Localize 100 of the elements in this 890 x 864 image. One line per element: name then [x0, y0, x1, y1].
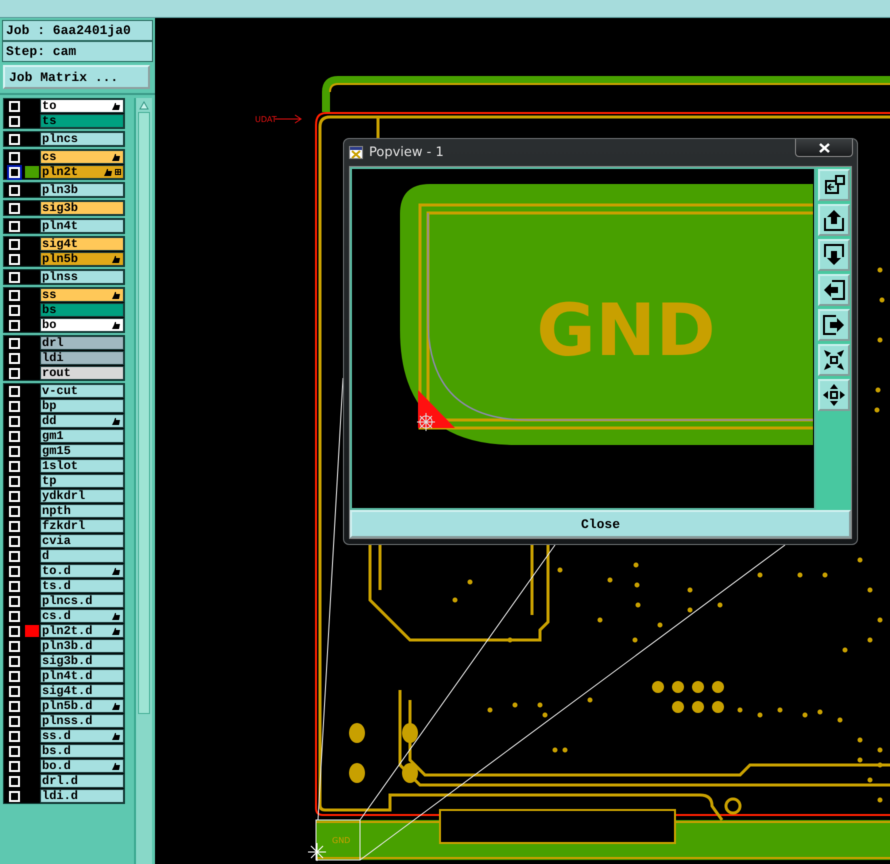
layer-row[interactable]: pln3b [40, 183, 124, 197]
layer-row[interactable]: bo.d [40, 759, 124, 773]
layer-checkbox[interactable] [8, 760, 20, 772]
layer-checkbox[interactable] [8, 368, 20, 378]
layer-row[interactable]: to [40, 99, 124, 113]
layer-row[interactable]: plnss [40, 270, 124, 284]
layer-row[interactable]: bs.d [40, 744, 124, 758]
layer-checkbox[interactable] [8, 566, 20, 576]
layer-checkbox[interactable] [8, 670, 20, 682]
layer-row[interactable]: cs [40, 150, 124, 164]
layer-row[interactable]: ydkdrl [40, 489, 124, 503]
layer-checkbox[interactable] [8, 520, 20, 532]
layer-checkbox[interactable] [8, 290, 20, 300]
layer-checkbox[interactable] [8, 152, 20, 162]
layer-checkbox[interactable] [8, 272, 20, 282]
layer-checkbox[interactable] [8, 430, 20, 442]
layer-row[interactable]: 1slot [40, 459, 124, 473]
layer-row[interactable]: v-cut [40, 384, 124, 398]
layer-checkbox[interactable] [8, 386, 20, 396]
layer-row[interactable]: d [40, 549, 124, 563]
layer-row[interactable]: fzkdrl [40, 519, 124, 533]
scroll-up-icon[interactable] [139, 100, 149, 110]
layer-row[interactable]: cs.d [40, 609, 124, 623]
layer-checkbox[interactable] [8, 400, 20, 412]
layer-checkbox[interactable] [8, 730, 20, 742]
layer-row[interactable]: cvia [40, 534, 124, 548]
layer-checkbox[interactable] [8, 506, 20, 516]
layer-checkbox[interactable] [8, 610, 20, 622]
layer-row[interactable]: sig3b [40, 201, 124, 215]
layer-checkbox[interactable] [8, 166, 20, 178]
layer-row[interactable]: sig4t.d [40, 684, 124, 698]
layer-checkbox[interactable] [8, 490, 20, 502]
layer-checkbox[interactable] [8, 134, 20, 144]
layer-row[interactable]: ldi.d [40, 789, 124, 803]
layer-checkbox[interactable] [8, 100, 20, 112]
layer-checkbox[interactable] [8, 460, 20, 472]
job-matrix-button[interactable]: Job Matrix ... [3, 65, 150, 89]
layer-checkbox[interactable] [8, 320, 20, 330]
layer-row[interactable]: ss.d [40, 729, 124, 743]
layer-row[interactable]: bp [40, 399, 124, 413]
layer-checkbox[interactable] [8, 700, 20, 712]
layer-checkbox[interactable] [8, 776, 20, 786]
layer-checkbox[interactable] [8, 116, 20, 126]
layer-checkbox[interactable] [8, 656, 20, 666]
layer-row[interactable]: pln4t [40, 219, 124, 233]
view-tool-button[interactable] [818, 274, 850, 306]
view-tool-button[interactable] [818, 309, 850, 341]
layer-row[interactable]: ss [40, 288, 124, 302]
layer-checkbox[interactable] [8, 446, 20, 456]
layer-checkbox[interactable] [8, 238, 20, 250]
layer-checkbox[interactable] [8, 476, 20, 486]
layer-row[interactable]: drl.d [40, 774, 124, 788]
layer-row[interactable]: pln5b.d [40, 699, 124, 713]
layer-row[interactable]: plncs.d [40, 594, 124, 608]
layer-row[interactable]: tp [40, 474, 124, 488]
layer-row[interactable]: bo [40, 318, 124, 332]
layer-row[interactable]: sig3b.d [40, 654, 124, 668]
layer-row[interactable]: gm1 [40, 429, 124, 443]
layer-row[interactable]: plnss.d [40, 714, 124, 728]
layer-checkbox[interactable] [8, 580, 20, 592]
layer-checkbox[interactable] [8, 202, 20, 214]
layer-row[interactable]: bs [40, 303, 124, 317]
view-tool-button[interactable] [818, 204, 850, 236]
layer-checkbox[interactable] [8, 184, 20, 196]
layer-row[interactable]: gm15 [40, 444, 124, 458]
layer-checkbox[interactable] [8, 716, 20, 726]
layer-row[interactable]: ldi [40, 351, 124, 365]
layer-row[interactable]: sig4t [40, 237, 124, 251]
close-button[interactable] [795, 139, 853, 157]
layer-checkbox[interactable] [8, 352, 20, 364]
close-button[interactable]: Close [350, 510, 851, 538]
layer-row[interactable]: ts.d [40, 579, 124, 593]
layer-checkbox[interactable] [8, 536, 20, 546]
view-tool-button[interactable] [818, 169, 850, 201]
scroll-thumb[interactable] [138, 112, 150, 714]
scrollbar[interactable] [134, 98, 152, 864]
layer-row[interactable]: pln4t.d [40, 669, 124, 683]
layer-checkbox[interactable] [8, 550, 20, 562]
layer-checkbox[interactable] [8, 626, 20, 636]
layer-checkbox[interactable] [8, 416, 20, 426]
view-tool-button[interactable] [818, 239, 850, 271]
layer-row[interactable]: plncs [40, 132, 124, 146]
layer-checkbox[interactable] [8, 338, 20, 348]
layer-checkbox[interactable] [8, 640, 20, 652]
layer-checkbox[interactable] [8, 220, 20, 232]
layer-row[interactable]: to.d [40, 564, 124, 578]
layer-checkbox[interactable] [8, 746, 20, 756]
view-tool-button[interactable] [818, 379, 850, 411]
layer-row[interactable]: dd [40, 414, 124, 428]
layer-row[interactable]: ts [40, 114, 124, 128]
layer-checkbox[interactable] [8, 596, 20, 606]
layer-row[interactable]: npth [40, 504, 124, 518]
view-tool-button[interactable] [818, 344, 850, 376]
layer-row[interactable]: pln2t.d [40, 624, 124, 638]
layer-row[interactable]: rout [40, 366, 124, 380]
layer-row[interactable]: pln3b.d [40, 639, 124, 653]
layer-checkbox[interactable] [8, 790, 20, 802]
layer-row[interactable]: pln5b [40, 252, 124, 266]
layer-row[interactable]: drl [40, 336, 124, 350]
layer-checkbox[interactable] [8, 304, 20, 316]
